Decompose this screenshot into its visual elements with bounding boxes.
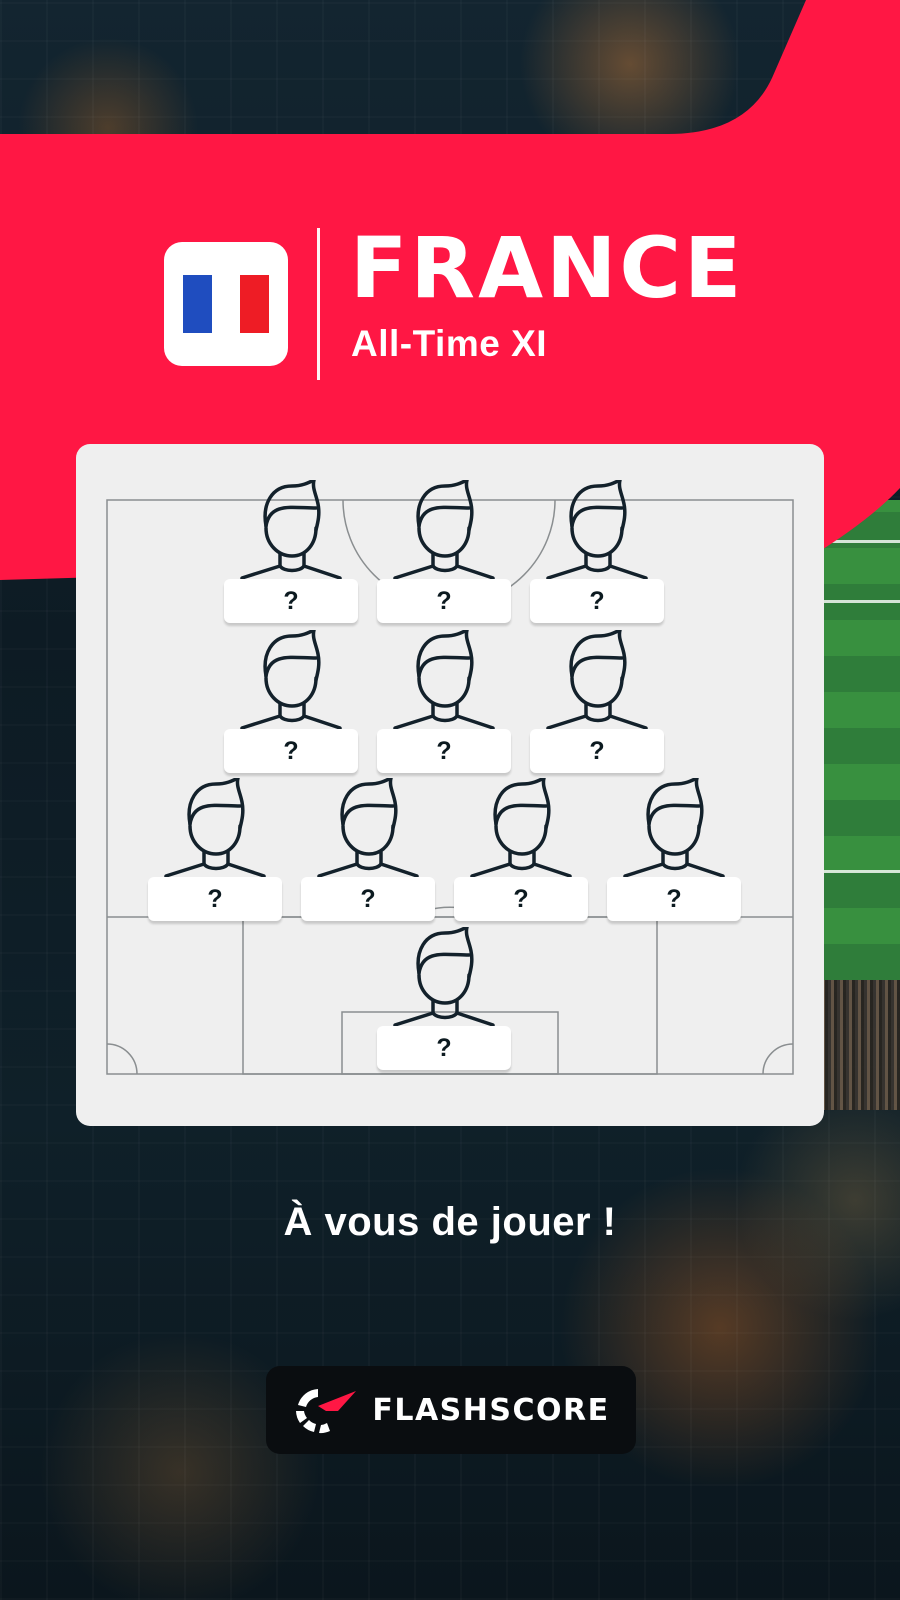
- brand-name: FLASHSCORE: [372, 1392, 610, 1428]
- page-subtitle: All-Time XI: [351, 323, 548, 364]
- flag-badge: [164, 242, 288, 366]
- player-slot[interactable]: ?: [530, 630, 664, 780]
- player-slot[interactable]: ?: [530, 480, 664, 630]
- player-name-field[interactable]: ?: [301, 877, 435, 921]
- player-slot[interactable]: ?: [224, 480, 358, 630]
- player-name-field[interactable]: ?: [607, 877, 741, 921]
- header-divider: [317, 228, 320, 380]
- player-slot[interactable]: ?: [301, 778, 435, 928]
- player-slot[interactable]: ?: [454, 778, 588, 928]
- player-name-field[interactable]: ?: [377, 579, 511, 623]
- flashscore-logo[interactable]: FLASHSCORE: [266, 1366, 636, 1454]
- player-slot[interactable]: ?: [607, 778, 741, 928]
- player-name-field[interactable]: ?: [224, 579, 358, 623]
- player-name-field[interactable]: ?: [530, 579, 664, 623]
- player-slot[interactable]: ?: [377, 630, 511, 780]
- pitch-card: ???????????: [76, 444, 824, 1126]
- player-name-field[interactable]: ?: [530, 729, 664, 773]
- player-slot[interactable]: ?: [224, 630, 358, 780]
- player-name-field[interactable]: ?: [377, 1026, 511, 1070]
- player-name-field[interactable]: ?: [377, 729, 511, 773]
- player-name-field[interactable]: ?: [224, 729, 358, 773]
- player-name-field[interactable]: ?: [148, 877, 282, 921]
- call-to-action: À vous de jouer !: [283, 1200, 617, 1244]
- player-slot[interactable]: ?: [148, 778, 282, 928]
- flashscore-logo-icon: [296, 1389, 357, 1434]
- page-title: FRANCE: [350, 219, 745, 317]
- france-flag-icon: [183, 275, 270, 333]
- player-slot[interactable]: ?: [377, 927, 511, 1077]
- player-slot[interactable]: ?: [377, 480, 511, 630]
- player-name-field[interactable]: ?: [454, 877, 588, 921]
